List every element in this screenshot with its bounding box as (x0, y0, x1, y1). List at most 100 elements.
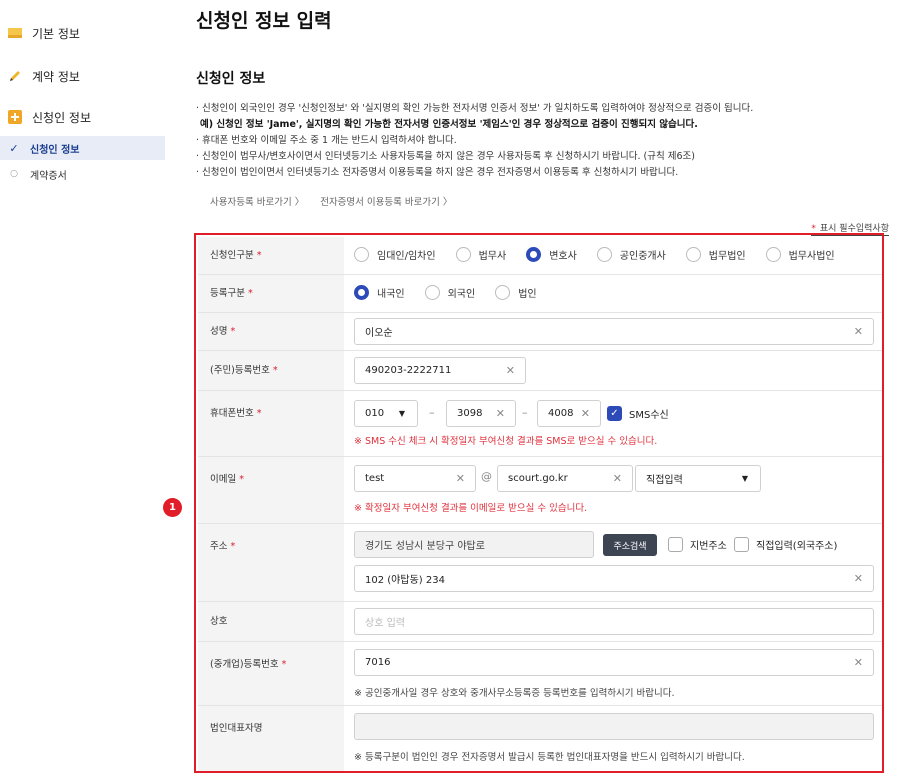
checkbox-box (734, 537, 749, 552)
clear-icon[interactable]: ✕ (456, 472, 465, 485)
radio-circle (354, 247, 369, 262)
mobile-label: 휴대폰번호 * (198, 391, 344, 456)
radio-domestic[interactable]: 내국인 (354, 285, 405, 300)
corp-rep-row: 법인대표자명 ※ 등록구분이 법인인 경우 전자증명서 발급시 등록한 법인대표… (198, 706, 882, 771)
e-certificate-registration-link[interactable]: 전자증명서 이용등록 바로가기 〉 (320, 194, 452, 208)
shortcut-links: 사용자등록 바로가기 〉 전자증명서 이용등록 바로가기 〉 (210, 194, 452, 208)
dash-separator: – (522, 406, 528, 419)
email-row: 이메일 * test ✕ @ scourt.go.kr ✕ 직접입력 ▼ ※ 확정일자 … (198, 457, 882, 524)
radio-landlord-tenant[interactable]: 임대인/임차인 (354, 247, 436, 262)
business-reg-input[interactable]: 7016 ✕ (354, 649, 874, 676)
plus-box-icon (8, 110, 22, 124)
resident-number-label: (주민)등록번호 * (198, 351, 344, 390)
mobile-last-input[interactable]: 4008 ✕ (537, 400, 601, 427)
clear-icon[interactable]: ✕ (496, 407, 505, 420)
user-registration-link[interactable]: 사용자등록 바로가기 〉 (210, 194, 304, 208)
clear-icon[interactable]: ✕ (506, 364, 515, 377)
notice-list: · 신청인이 외국인인 경우 '신청인정보' 와 '실지명의 확인 가능한 전자… (196, 101, 906, 181)
radio-scrivener-firm[interactable]: 법무사법인 (765, 247, 835, 262)
at-separator: @ (481, 470, 492, 483)
sidebar-subitem-label: 계약증서 (30, 170, 67, 182)
mobile-prefix-select[interactable]: 010 ▼ (354, 400, 418, 427)
resident-number-input[interactable]: 490203-2222711 ✕ (354, 357, 526, 384)
sidebar-item-label: 기본 정보 (32, 26, 80, 41)
sidebar-item-contract-info[interactable]: 계약 정보 (0, 63, 165, 89)
email-local-input[interactable]: test ✕ (354, 465, 476, 492)
address-detail-input[interactable]: 102 (야탑동) 234 ✕ (354, 565, 874, 592)
sms-checkbox[interactable]: ✓ SMS수신 (607, 406, 669, 421)
pen-icon (8, 69, 22, 83)
sidebar-subitem-applicant-info[interactable]: ✓ 신청인 정보 (0, 136, 165, 160)
radio-realtor[interactable]: 공인중개사 (596, 247, 666, 262)
circle-icon: ○ (10, 169, 18, 179)
radio-circle (765, 247, 781, 262)
radio-judicial-scrivener[interactable]: 법무사 (455, 247, 506, 262)
applicant-type-label: 신청인구분 * (198, 237, 344, 274)
email-label: 이메일 * (198, 457, 344, 523)
email-domain-select[interactable]: 직접입력 ▼ (635, 465, 761, 492)
mobile-row: 휴대폰번호 * 010 ▼ – 3098 ✕ – 4008 ✕ ✓ SMS수신 ※ SMS… (198, 391, 882, 457)
folder-icon (8, 28, 22, 38)
business-reg-label: (중개업)등록번호 * (198, 642, 344, 705)
notice-item: · 신청인이 법무사/변호사이면서 인터넷등기소 사용자등록을 하지 않은 경우… (196, 151, 695, 162)
radio-circle (685, 247, 701, 262)
radio-circle (424, 285, 440, 300)
radio-circle (596, 247, 612, 262)
email-domain-input[interactable]: scourt.go.kr ✕ (497, 465, 633, 492)
check-icon: ✓ (9, 141, 19, 155)
sidebar-subitem-contract-deed[interactable]: ○ 계약증서 (0, 162, 165, 186)
notice-item: · 신청인이 외국인인 경우 '신청인정보' 와 '실지명의 확인 가능한 전자… (196, 103, 754, 114)
radio-lawyer[interactable]: 변호사 (526, 247, 577, 262)
sidebar-item-label: 계약 정보 (32, 69, 80, 84)
business-reg-row: (중개업)등록번호 * 7016 ✕ ※ 공인중개사일 경우 상호와 중개사무소등록… (198, 642, 882, 706)
sms-hint: ※ SMS 수신 체크 시 확정일자 부여신청 결과를 SMS로 받으실 수 있… (354, 436, 658, 447)
check-icon: ✓ (607, 406, 622, 421)
radio-law-firm[interactable]: 법무법인 (685, 247, 746, 262)
dash-separator: – (429, 406, 435, 419)
clear-icon[interactable]: ✕ (581, 407, 590, 420)
radio-circle-selected (526, 247, 542, 262)
annotation-badge: 1 (163, 498, 182, 517)
caret-down-icon: ▼ (398, 409, 405, 418)
sidebar-item-applicant-info[interactable]: 신청인 정보 (0, 104, 165, 130)
name-input[interactable]: 이오순 ✕ (354, 318, 874, 345)
business-name-label: 상호 (198, 602, 344, 641)
sidebar-item-label: 신청인 정보 (32, 110, 92, 125)
clear-icon[interactable]: ✕ (854, 572, 863, 585)
radio-corporation[interactable]: 법인 (495, 285, 537, 300)
clear-icon[interactable]: ✕ (854, 656, 863, 669)
notice-item: · 신청인이 법인이면서 인터넷등기소 전자증명서 이용등록을 하지 않은 경우… (196, 167, 679, 178)
resident-number-row: (주민)등록번호 * 490203-2222711 ✕ (198, 351, 882, 391)
lot-address-checkbox[interactable]: 지번주소 (668, 537, 727, 552)
business-reg-hint: ※ 공인중개사일 경우 상호와 중개사무소등록증 등록번호를 입력하시기 바랍니… (354, 688, 675, 699)
address-row: 주소 * 경기도 성남시 분당구 야탑로 주소검색 지번주소 직접입력(외국주소)… (198, 524, 882, 602)
sidebar-subitem-label: 신청인 정보 (30, 144, 80, 156)
caret-down-icon: ▼ (741, 474, 748, 483)
business-name-input[interactable]: 상호 입력 (354, 608, 874, 635)
road-address-input: 경기도 성남시 분당구 야탑로 (354, 531, 594, 558)
corp-rep-input (354, 713, 874, 740)
checkbox-box (668, 537, 683, 552)
address-search-button[interactable]: 주소검색 (603, 534, 657, 556)
foreign-address-checkbox[interactable]: 직접입력(외국주소) (734, 537, 837, 552)
registration-type-row: 등록구분 * 내국인 외국인 법인 (198, 275, 882, 313)
notice-example: 예) 신청인 정보 'Jame', 실지명의 확인 가능한 전자서명 인증서정보… (200, 119, 698, 130)
clear-icon[interactable]: ✕ (613, 472, 622, 485)
sidebar-item-basic-info[interactable]: 기본 정보 (0, 20, 165, 46)
applicant-type-row: 신청인구분 * 임대인/임차인 법무사 변호사 공인중개사 법무법인 법무사법인 (198, 237, 882, 275)
business-name-row: 상호 상호 입력 (198, 602, 882, 642)
registration-type-label: 등록구분 * (198, 275, 344, 312)
section-title: 신청인 정보 (196, 71, 266, 87)
applicant-form: 신청인구분 * 임대인/임차인 법무사 변호사 공인중개사 법무법인 법무사법인 … (194, 233, 884, 773)
name-label: 성명 * (198, 313, 344, 350)
corp-rep-hint: ※ 등록구분이 법인인 경우 전자증명서 발급시 등록한 법인대표자명을 반드시… (354, 752, 745, 763)
clear-icon[interactable]: ✕ (854, 325, 863, 338)
radio-circle (455, 247, 471, 262)
radio-foreigner[interactable]: 외국인 (424, 285, 475, 300)
email-hint: ※ 확정일자 부여신청 결과를 이메일로 받으실 수 있습니다. (354, 503, 588, 514)
mobile-middle-input[interactable]: 3098 ✕ (446, 400, 516, 427)
page-title: 신청인 정보 입력 (196, 10, 332, 32)
sidebar: 기본 정보 계약 정보 신청인 정보 ✓ 신청인 정보 ○ 계약증서 (0, 0, 170, 777)
corp-rep-label: 법인대표자명 (198, 706, 344, 771)
radio-circle-selected (354, 285, 369, 300)
